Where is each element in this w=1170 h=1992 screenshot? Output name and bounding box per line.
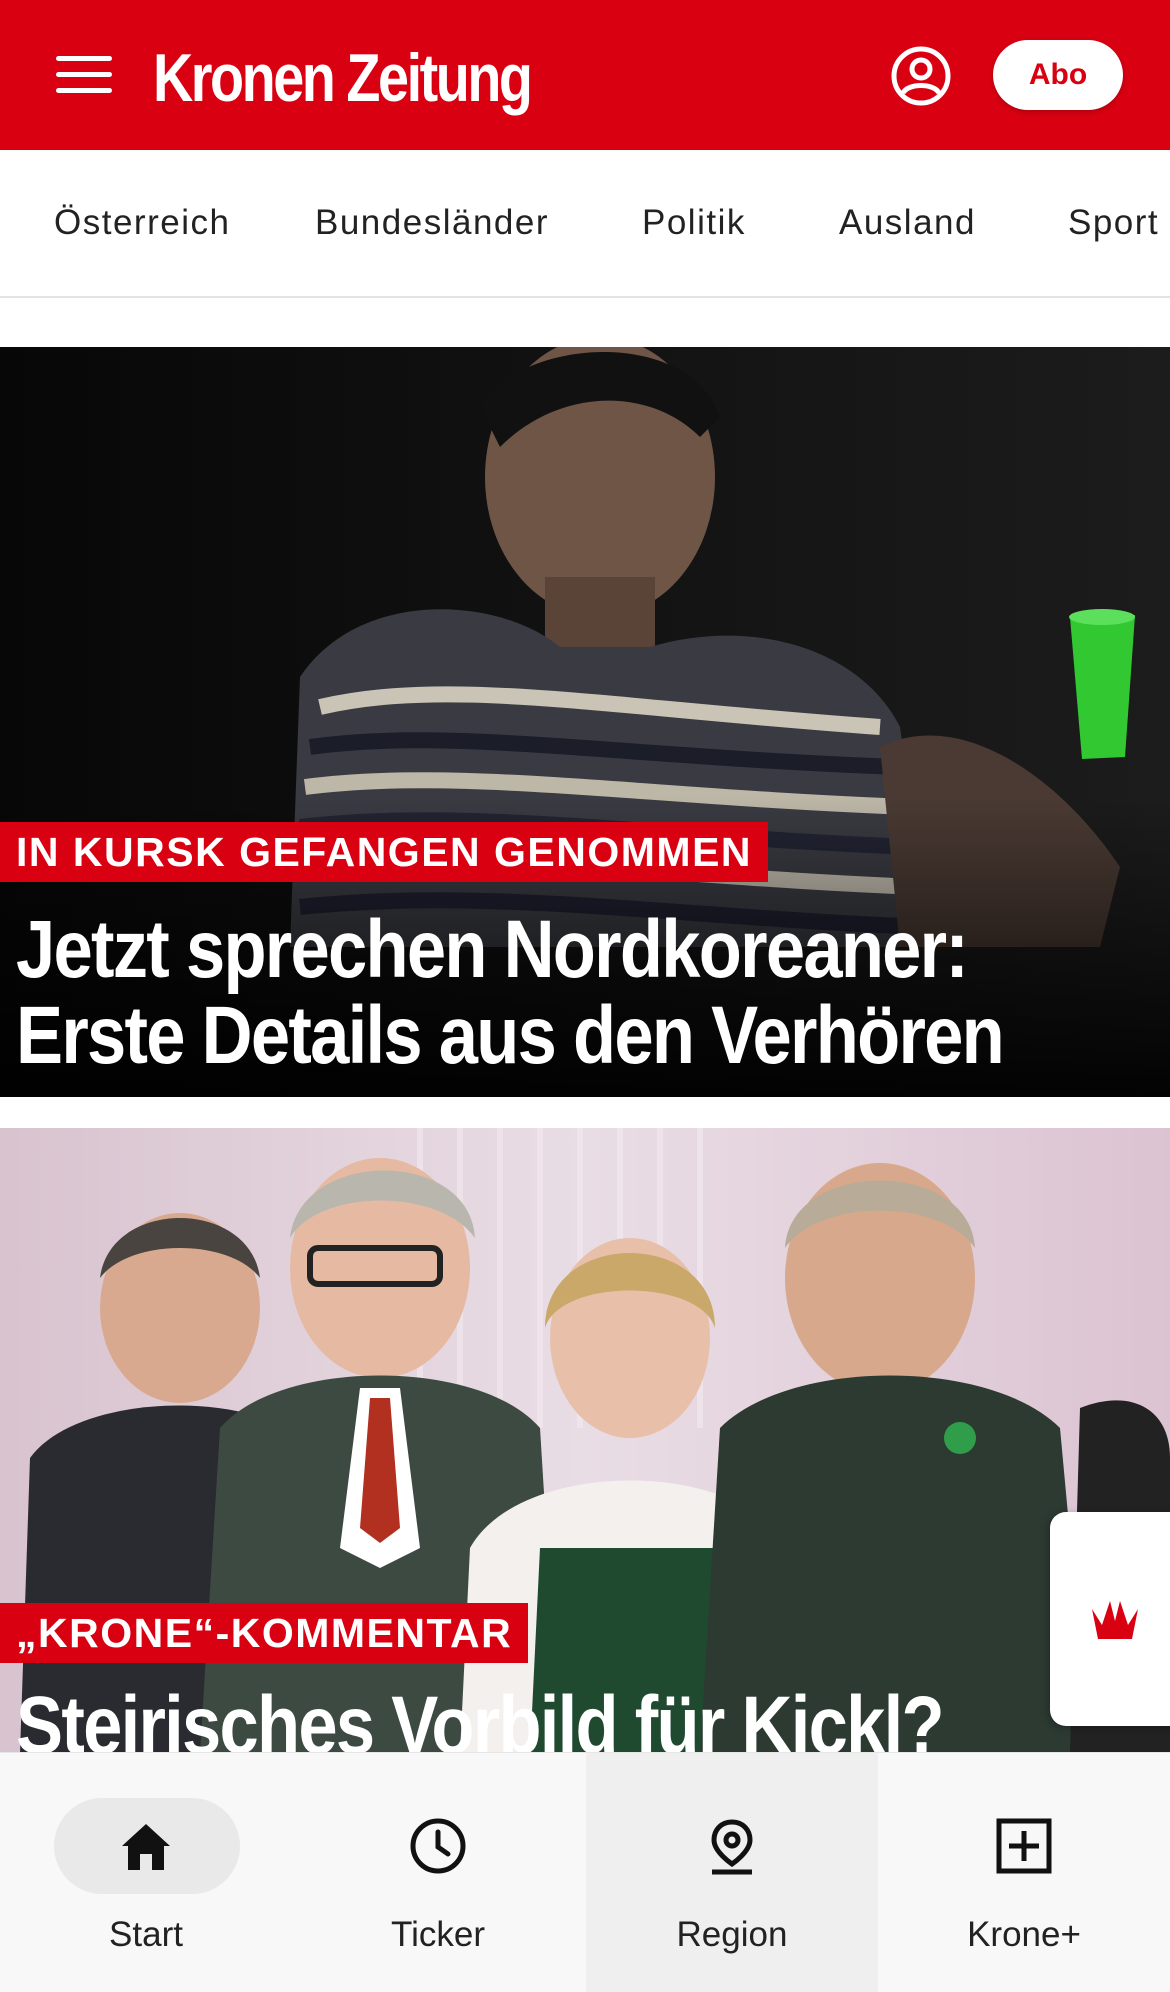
menu-icon[interactable] <box>56 56 112 94</box>
user-icon[interactable] <box>890 45 952 107</box>
article-kicker: IN KURSK GEFANGEN GENOMMEN <box>0 822 769 882</box>
tab-label: Start <box>109 1915 183 1954</box>
tab-label: Krone+ <box>967 1915 1081 1954</box>
abo-button[interactable]: Abo <box>993 40 1123 110</box>
tab-label: Region <box>676 1915 788 1954</box>
article-card[interactable]: IN KURSK GEFANGEN GENOMMEN Jetzt spreche… <box>0 347 1170 1097</box>
tab-krone-plus[interactable]: Krone+ <box>878 1753 1170 1992</box>
clock-icon <box>410 1818 466 1874</box>
home-icon <box>122 1824 170 1870</box>
app-header: Kronen Zeitung Abo <box>0 0 1170 150</box>
article-card[interactable]: „KRONE“-KOMMENTAR Steirisches Vorbild fü… <box>0 1128 1170 1753</box>
plus-box-icon <box>996 1818 1052 1874</box>
category-ausland[interactable]: Ausland <box>839 150 976 296</box>
tab-label: Ticker <box>391 1915 485 1954</box>
category-sport[interactable]: Sport <box>1068 150 1159 296</box>
tab-start[interactable]: Start <box>0 1753 292 1992</box>
bottom-nav: Start Ticker Region Krone+ <box>0 1752 1170 1992</box>
category-bundeslaender[interactable]: Bundesländer <box>315 150 549 296</box>
category-politik[interactable]: Politik <box>642 150 746 296</box>
article-kicker: „KRONE“-KOMMENTAR <box>0 1603 529 1663</box>
category-nav: Österreich Bundesländer Politik Ausland … <box>0 150 1170 298</box>
krone-badge-button[interactable] <box>1050 1512 1170 1726</box>
logo[interactable]: Kronen Zeitung <box>153 38 533 118</box>
tab-ticker[interactable]: Ticker <box>292 1753 584 1992</box>
article-headline: Jetzt sprechen Nordkoreaner: Erste Detai… <box>16 904 1005 1081</box>
krone-crown-icon <box>1092 1601 1138 1639</box>
category-oesterreich[interactable]: Österreich <box>54 150 230 296</box>
tab-region[interactable]: Region <box>586 1753 878 1992</box>
location-pin-icon <box>711 1819 753 1875</box>
article-headline: Steirisches Vorbild für Kickl? <box>16 1680 945 1754</box>
